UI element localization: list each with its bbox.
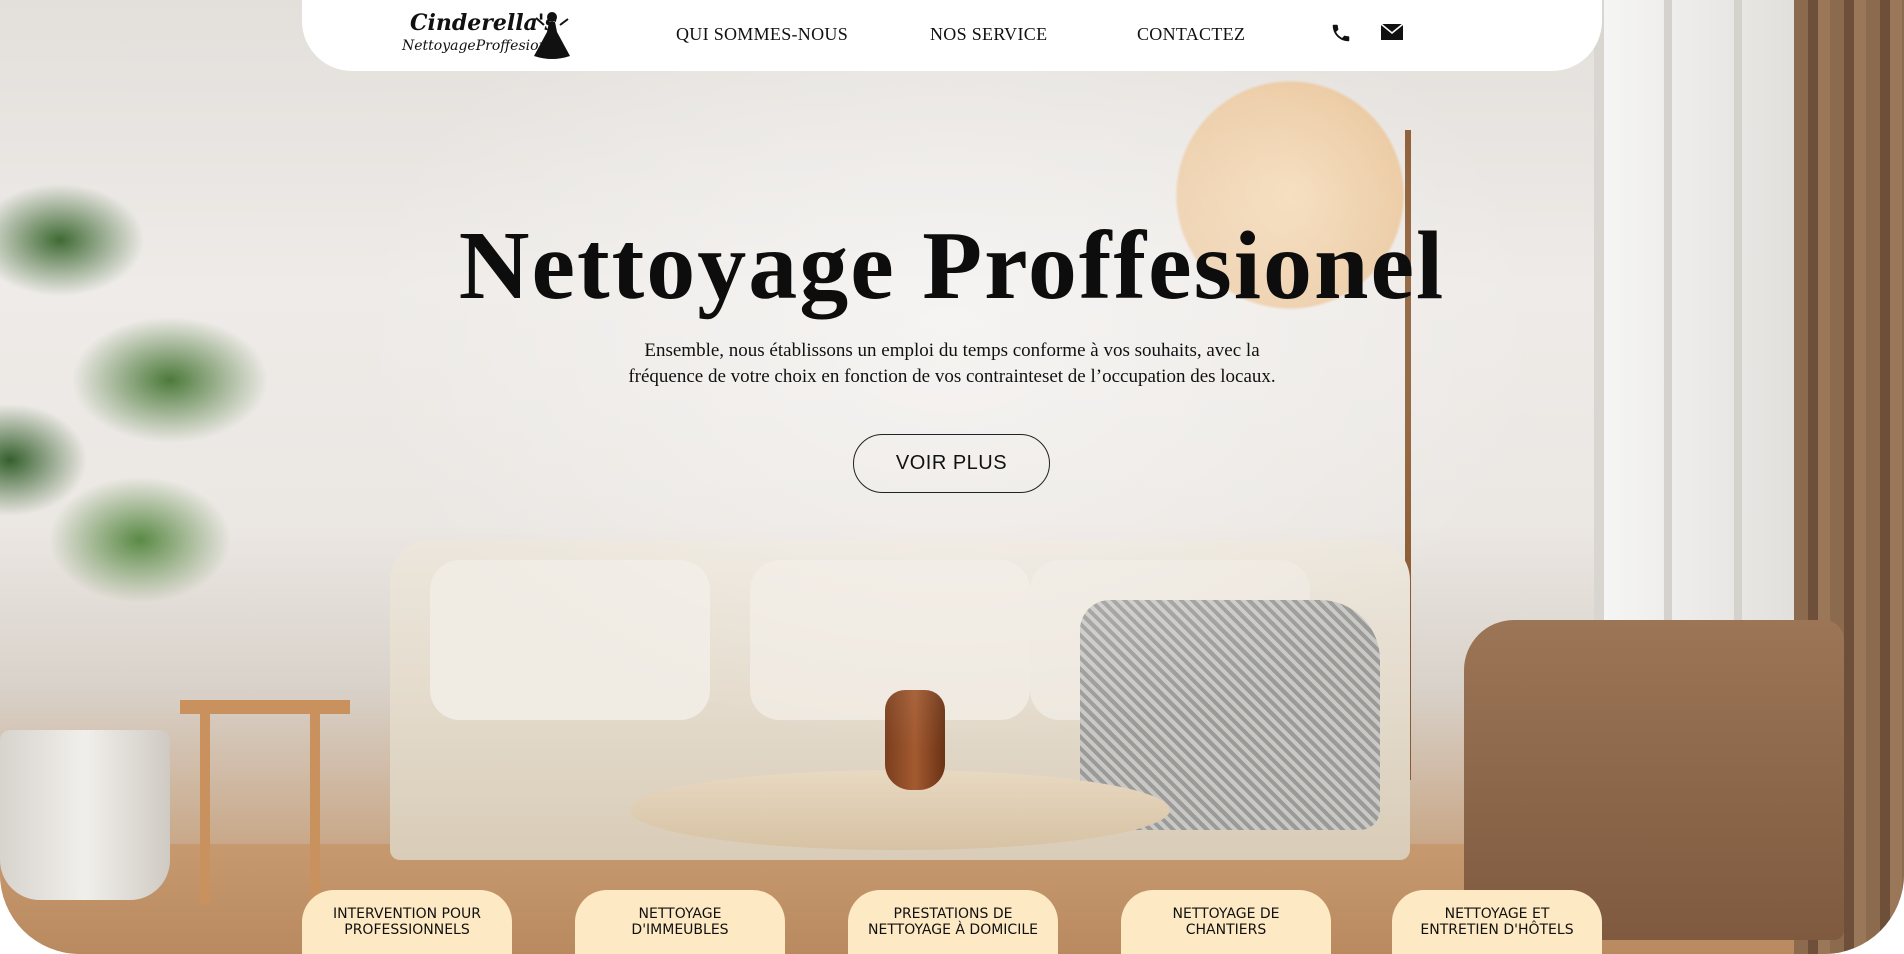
coffee-table: [630, 770, 1170, 850]
nav-services[interactable]: NOS SERVICE: [930, 24, 1047, 45]
nav-contact[interactable]: CONTACTEZ: [1137, 24, 1245, 45]
tab-intervention-professionnels[interactable]: INTERVENTION POUR PROFESSIONNELS: [302, 890, 512, 954]
service-tabs: INTERVENTION POUR PROFESSIONNELS NETTOYA…: [0, 890, 1904, 954]
hero-subtitle: Ensemble, nous établissons un emploi du …: [628, 340, 1276, 387]
tab-nettoyage-chantiers[interactable]: NETTOYAGE DE CHANTIERS: [1121, 890, 1331, 954]
plant-pot: [0, 730, 170, 900]
tab-nettoyage-hotels[interactable]: NETTOYAGE ET ENTRETIEN D'HÔTELS: [1392, 890, 1602, 954]
throw-blanket: [1080, 600, 1380, 830]
voir-plus-button[interactable]: VOIR PLUS: [853, 434, 1050, 493]
plant: [0, 60, 340, 740]
mail-icon[interactable]: [1380, 22, 1406, 46]
nav-about[interactable]: QUI SOMMES-NOUS: [676, 24, 848, 45]
side-table: [180, 700, 350, 904]
phone-icon[interactable]: [1330, 22, 1356, 46]
site-header: Cinderella's NettoyageProffesionel QUI S…: [302, 0, 1602, 71]
cinderella-silhouette-icon: [534, 12, 570, 59]
sofa: [390, 540, 1410, 860]
curtain: [1794, 0, 1904, 954]
vase: [885, 690, 945, 790]
window: [1594, 0, 1794, 680]
logo[interactable]: Cinderella's NettoyageProffesionel: [402, 10, 582, 62]
tab-prestations-domicile[interactable]: PRESTATIONS DE NETTOYAGE À DOMICILE: [848, 890, 1058, 954]
tab-nettoyage-immeubles[interactable]: NETTOYAGE D'IMMEUBLES: [575, 890, 785, 954]
hero-title: Nettoyage Proffesionel: [458, 212, 1446, 320]
